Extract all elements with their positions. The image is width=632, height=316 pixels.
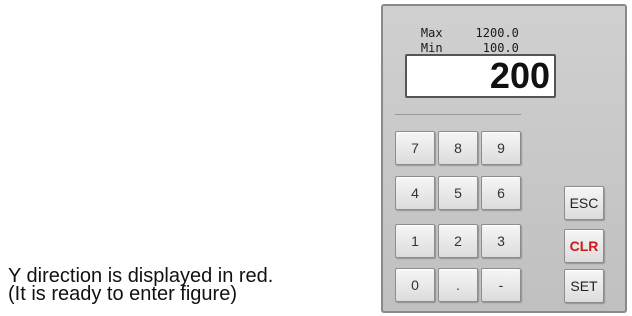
- caption-line-2: (It is ready to enter figure): [8, 283, 237, 305]
- key-1[interactable]: 1: [395, 224, 435, 258]
- key-7[interactable]: 7: [395, 131, 435, 165]
- value-display[interactable]: 200: [405, 54, 556, 98]
- min-value: 100.0: [482, 41, 519, 55]
- key-6[interactable]: 6: [481, 176, 521, 210]
- set-button[interactable]: SET: [564, 269, 604, 303]
- key-minus[interactable]: -: [481, 268, 521, 302]
- clr-button[interactable]: CLR: [564, 229, 604, 263]
- key-5[interactable]: 5: [438, 176, 478, 210]
- caption: Y direction is displayed in red. (It is …: [8, 266, 368, 305]
- key-dot[interactable]: .: [438, 268, 478, 302]
- key-4[interactable]: 4: [395, 176, 435, 210]
- key-9[interactable]: 9: [481, 131, 521, 165]
- key-8[interactable]: 8: [438, 131, 478, 165]
- divider: [395, 114, 521, 115]
- key-3[interactable]: 3: [481, 224, 521, 258]
- key-2[interactable]: 2: [438, 224, 478, 258]
- key-0[interactable]: 0: [395, 268, 435, 302]
- esc-button[interactable]: ESC: [564, 186, 604, 220]
- numeric-keypad-panel: Max 1200.0 Min 100.0 200 7 8 9 4 5 6 ESC 1…: [381, 4, 627, 313]
- min-label: Min: [420, 41, 443, 55]
